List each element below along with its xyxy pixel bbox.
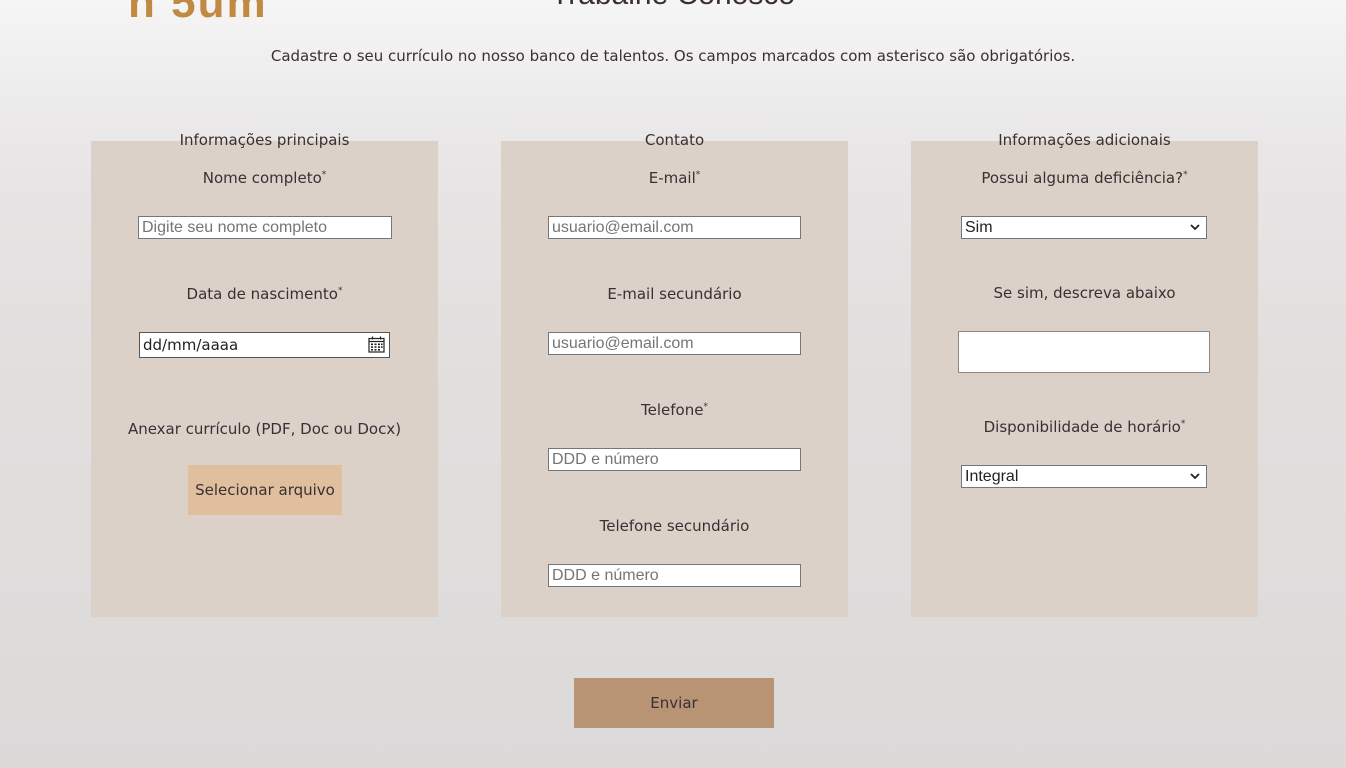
chevron-down-icon xyxy=(1190,473,1200,480)
panel-title-main-info: Informações principais xyxy=(179,131,350,149)
disability-label: Possui alguma deficiência?* xyxy=(981,169,1188,187)
describe-textarea[interactable] xyxy=(958,331,1210,373)
panel-title-additional-info: Informações adicionais xyxy=(998,131,1171,149)
chevron-down-icon xyxy=(1190,224,1200,231)
secondary-phone-input[interactable]: DDD e número xyxy=(548,564,801,587)
disability-selected-value: Sim xyxy=(965,219,993,236)
birth-date-label: Data de nascimento* xyxy=(186,285,343,303)
phone-label: Telefone* xyxy=(641,401,708,419)
select-file-button[interactable]: Selecionar arquivo xyxy=(188,465,342,515)
birth-date-input[interactable]: dd/mm/aaaa xyxy=(139,332,390,358)
describe-label: Se sim, descreva abaixo xyxy=(993,284,1176,302)
resume-label: Anexar currículo (PDF, Doc ou Docx) xyxy=(127,420,402,438)
name-label: Nome completo* xyxy=(202,169,327,187)
availability-label: Disponibilidade de horário* xyxy=(983,418,1186,436)
availability-select[interactable]: Integral xyxy=(961,465,1207,488)
email-input[interactable]: usuario@email.com xyxy=(548,216,801,239)
secondary-email-input[interactable]: usuario@email.com xyxy=(548,332,801,355)
page-title: Trabalhe Conosco xyxy=(0,0,1346,12)
calendar-icon[interactable] xyxy=(368,336,385,353)
panel-contact: E-mail* usuario@email.com E-mail secundá… xyxy=(501,141,848,617)
secondary-email-label: E-mail secundário xyxy=(607,285,742,303)
availability-selected-value: Integral xyxy=(965,468,1019,485)
submit-button[interactable]: Enviar xyxy=(574,678,774,728)
disability-select[interactable]: Sim xyxy=(961,216,1207,239)
page-subtitle: Cadastre o seu currículo no nosso banco … xyxy=(270,47,1076,65)
secondary-phone-label: Telefone secundário xyxy=(599,517,750,535)
panel-title-contact: Contato xyxy=(644,131,705,149)
birth-date-value: dd/mm/aaaa xyxy=(143,336,239,354)
panel-main-info: Nome completo* Digite seu nome completo … xyxy=(91,141,438,617)
email-label: E-mail* xyxy=(648,169,701,187)
name-input[interactable]: Digite seu nome completo xyxy=(138,216,392,239)
phone-input[interactable]: DDD e número xyxy=(548,448,801,471)
panel-additional-info: Possui alguma deficiência?* Sim Se sim, … xyxy=(911,141,1258,617)
